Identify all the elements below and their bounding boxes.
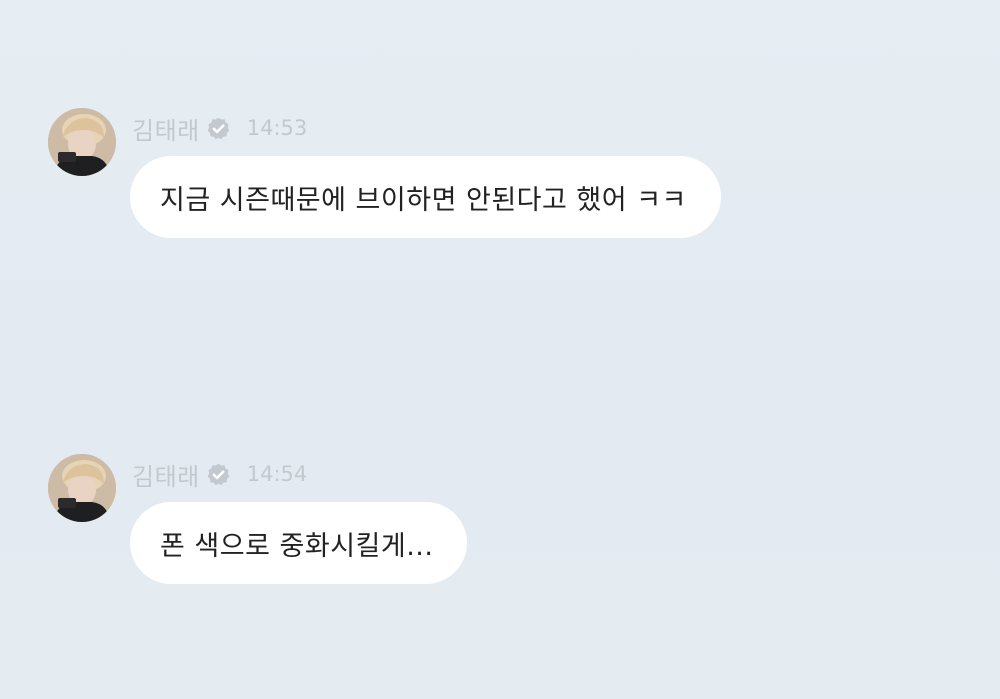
verified-badge-icon [206, 116, 231, 141]
message-bubble[interactable]: 지금 시즌때문에 브이하면 안된다고 했어 ㅋㅋ [130, 156, 721, 238]
chat-thread: 김태래 14:53 지금 시즌때문에 브이하면 안된다고 했어 ㅋㅋ 김태래 1… [0, 0, 1000, 699]
message-text: 지금 시즌때문에 브이하면 안된다고 했어 ㅋㅋ [160, 184, 687, 216]
message-text: 폰 색으로 중화시킬게... [160, 530, 434, 562]
message-meta: 김태래 14:54 [132, 458, 308, 491]
message-meta: 김태래 14:53 [132, 112, 308, 145]
avatar[interactable] [48, 454, 116, 522]
sender-name: 김태래 [132, 116, 200, 145]
sender-name: 김태래 [132, 462, 200, 491]
message-bubble[interactable]: 폰 색으로 중화시킬게... [130, 502, 468, 584]
verified-badge-icon [206, 462, 231, 487]
message-time: 14:54 [246, 462, 308, 486]
avatar[interactable] [48, 108, 116, 176]
message-time: 14:53 [246, 116, 308, 140]
